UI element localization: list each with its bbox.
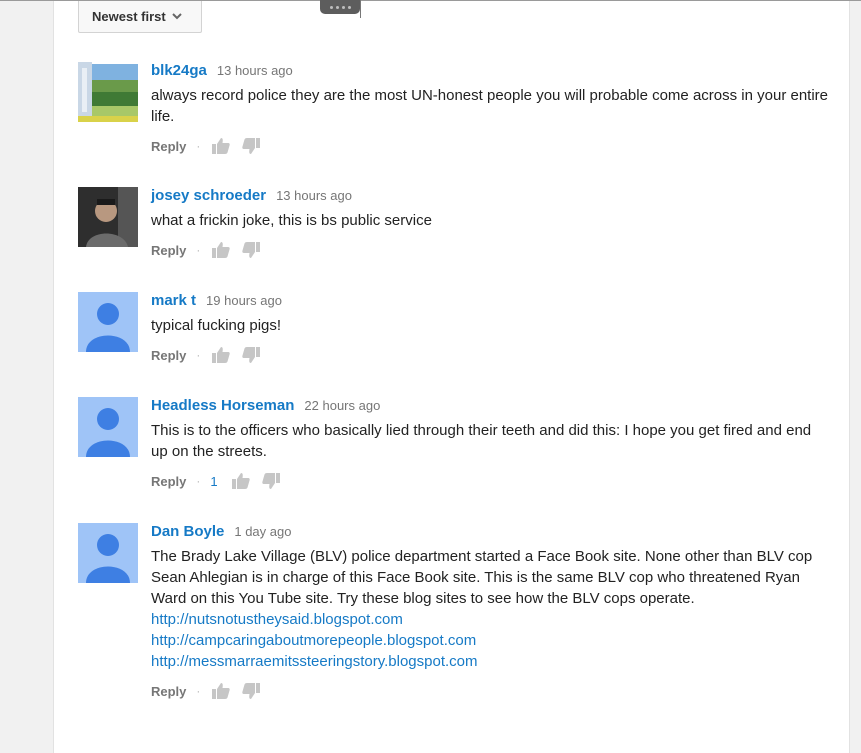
comment-author[interactable]: blk24ga <box>151 62 207 79</box>
comment-timestamp[interactable]: 19 hours ago <box>206 293 282 308</box>
comments-panel: Newest first blk24ga 13 hours ago always… <box>53 1 850 753</box>
separator-dot: · <box>196 348 201 362</box>
thumbs-up-icon[interactable] <box>230 471 252 491</box>
chevron-down-icon <box>171 13 182 20</box>
separator-dot: · <box>196 243 201 257</box>
thumbs-down-icon[interactable] <box>260 471 282 491</box>
sort-dropdown-button[interactable]: Newest first <box>78 1 202 33</box>
comment-timestamp[interactable]: 13 hours ago <box>217 63 293 78</box>
thumbs-up-icon[interactable] <box>210 240 232 260</box>
thumbs-down-icon[interactable] <box>240 136 262 156</box>
thumbs-up-icon[interactable] <box>210 136 232 156</box>
comment-link[interactable]: http://messmarraemitssteeringstory.blogs… <box>151 651 831 672</box>
comment-author[interactable]: josey schroeder <box>151 187 266 204</box>
like-count: 1 <box>210 473 218 489</box>
thumbs-down-icon[interactable] <box>240 345 262 365</box>
reply-button[interactable]: Reply <box>151 474 186 489</box>
comment-text: what a frickin joke, this is bs public s… <box>151 212 432 229</box>
avatar[interactable] <box>78 523 138 583</box>
comment-actions: Reply · <box>151 345 831 365</box>
avatar[interactable] <box>78 62 138 122</box>
thumbs-down-icon[interactable] <box>240 240 262 260</box>
comment-timestamp[interactable]: 22 hours ago <box>304 398 380 413</box>
comment-timestamp[interactable]: 13 hours ago <box>276 188 352 203</box>
reply-button[interactable]: Reply <box>151 348 186 363</box>
default-user-icon <box>86 303 130 352</box>
comment-actions: Reply · 1 <box>151 471 831 491</box>
sort-label: Newest first <box>92 9 166 24</box>
default-user-icon <box>86 534 130 583</box>
separator-dot: · <box>196 139 201 153</box>
comment-text: always record police they are the most U… <box>151 87 828 125</box>
comment-timestamp[interactable]: 1 day ago <box>234 524 291 539</box>
comment-actions: Reply · <box>151 681 831 701</box>
thumbs-up-icon[interactable] <box>210 345 232 365</box>
comment-author[interactable]: Headless Horseman <box>151 397 294 414</box>
comment-author[interactable]: mark t <box>151 292 196 309</box>
comment-actions: Reply · <box>151 136 831 156</box>
avatar[interactable] <box>78 187 138 247</box>
comment-link[interactable]: http://nutsnotustheysaid.blogspot.com <box>151 609 831 630</box>
avatar[interactable] <box>78 292 138 352</box>
reply-button[interactable]: Reply <box>151 684 186 699</box>
comment-link[interactable]: http://campcaringaboutmorepeople.blogspo… <box>151 630 831 651</box>
separator-dot: · <box>196 474 201 488</box>
thumbs-down-icon[interactable] <box>240 681 262 701</box>
avatar[interactable] <box>78 397 138 457</box>
comment-text: The Brady Lake Village (BLV) police depa… <box>151 548 813 607</box>
default-user-icon <box>86 408 130 457</box>
drag-handle[interactable] <box>320 0 360 14</box>
comment-author[interactable]: Dan Boyle <box>151 523 224 540</box>
comment-text: This is to the officers who basically li… <box>151 422 812 460</box>
reply-button[interactable]: Reply <box>151 243 186 258</box>
thumbs-up-icon[interactable] <box>210 681 232 701</box>
comment-actions: Reply · <box>151 240 831 260</box>
comment-text: typical fucking pigs! <box>151 317 282 334</box>
reply-button[interactable]: Reply <box>151 139 186 154</box>
separator-dot: · <box>196 684 201 698</box>
divider <box>360 0 361 18</box>
